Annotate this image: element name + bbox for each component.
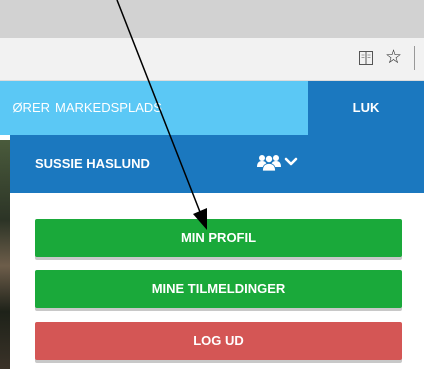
user-name: SUSSIE HASLUND	[35, 156, 150, 171]
star-icon[interactable]: ☆	[385, 47, 402, 67]
toolbar-divider	[414, 46, 415, 70]
background-photo	[0, 140, 10, 369]
my-profile-button[interactable]: MIN PROFIL	[35, 219, 402, 257]
chevron-down-icon[interactable]	[284, 157, 298, 167]
nav-item-marketplace[interactable]: MARKEDSPLADS	[55, 81, 162, 135]
logout-button[interactable]: LOG UD	[35, 322, 402, 360]
users-icon[interactable]	[256, 152, 282, 172]
browser-tabstrip	[0, 0, 424, 38]
my-signups-button[interactable]: MINE TILMELDINGER	[35, 270, 402, 308]
reading-view-icon[interactable]	[359, 51, 373, 65]
nav-item-partial[interactable]: ØRER	[0, 81, 50, 135]
close-menu-button[interactable]: LUK	[308, 81, 424, 135]
